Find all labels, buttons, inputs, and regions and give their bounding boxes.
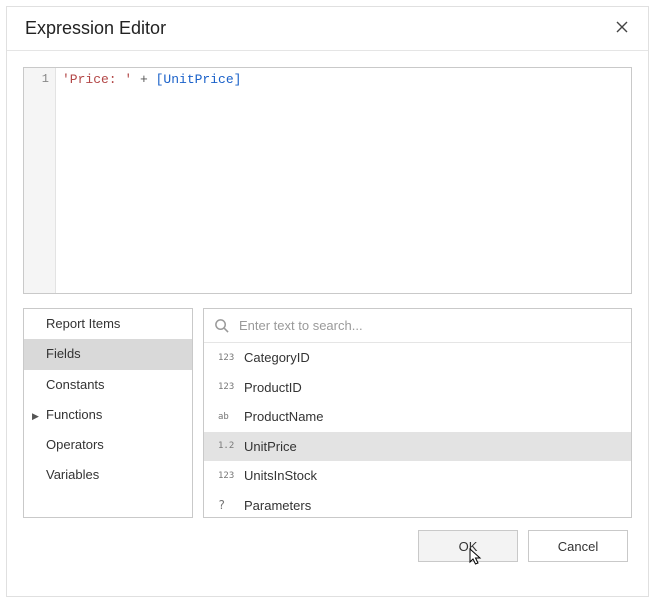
category-label: Functions bbox=[46, 407, 102, 422]
close-button[interactable] bbox=[612, 21, 632, 37]
field-category-id[interactable]: 123 CategoryID bbox=[204, 343, 631, 373]
field-label: ProductName bbox=[244, 408, 323, 426]
category-label: Constants bbox=[46, 377, 105, 392]
category-fields[interactable]: Fields bbox=[24, 339, 192, 369]
expression-code-editor[interactable]: 1 'Price: ' + [UnitPrice] bbox=[23, 67, 632, 294]
field-product-id[interactable]: 123 ProductID bbox=[204, 373, 631, 403]
category-list[interactable]: Report Items Fields Constants ▶ Function… bbox=[23, 308, 193, 518]
field-label: CategoryID bbox=[244, 349, 310, 367]
token-string: 'Price: ' bbox=[62, 72, 132, 87]
search-icon bbox=[214, 318, 229, 333]
field-parameters[interactable]: ? Parameters bbox=[204, 491, 631, 517]
token-field: [UnitPrice] bbox=[156, 72, 242, 87]
search-input[interactable] bbox=[237, 317, 621, 334]
field-label: UnitsInStock bbox=[244, 467, 317, 485]
search-row bbox=[204, 309, 631, 343]
close-icon bbox=[616, 21, 628, 33]
dialog-title: Expression Editor bbox=[25, 18, 166, 39]
type-integer-icon: 123 bbox=[218, 381, 238, 393]
category-label: Variables bbox=[46, 467, 99, 482]
ok-button[interactable]: OK bbox=[418, 530, 518, 562]
category-variables[interactable]: Variables bbox=[24, 460, 192, 490]
category-functions[interactable]: ▶ Functions bbox=[24, 400, 192, 430]
type-integer-icon: 123 bbox=[218, 352, 238, 364]
category-label: Operators bbox=[46, 437, 104, 452]
expression-editor-dialog: Expression Editor 1 'Price: ' + [UnitPri… bbox=[6, 6, 649, 597]
category-label: Fields bbox=[46, 346, 81, 361]
dialog-footer: OK Cancel bbox=[23, 518, 632, 566]
category-label: Report Items bbox=[46, 316, 120, 331]
field-list[interactable]: 123 CategoryID 123 ProductID ab ProductN… bbox=[204, 343, 631, 517]
editor-gutter: 1 bbox=[24, 68, 56, 293]
field-label: ProductID bbox=[244, 379, 302, 397]
type-string-icon: ab bbox=[218, 411, 238, 423]
token-operator: + bbox=[132, 72, 155, 87]
field-product-name[interactable]: ab ProductName bbox=[204, 402, 631, 432]
field-label: Parameters bbox=[244, 497, 311, 515]
line-number: 1 bbox=[24, 72, 49, 86]
dialog-header: Expression Editor bbox=[7, 7, 648, 51]
field-units-in-stock[interactable]: 123 UnitsInStock bbox=[204, 461, 631, 491]
category-operators[interactable]: Operators bbox=[24, 430, 192, 460]
field-label: UnitPrice bbox=[244, 438, 297, 456]
type-integer-icon: 123 bbox=[218, 470, 238, 482]
expand-caret-icon: ▶ bbox=[32, 411, 39, 422]
code-area[interactable]: 'Price: ' + [UnitPrice] bbox=[56, 68, 631, 293]
lower-panes: Report Items Fields Constants ▶ Function… bbox=[23, 308, 632, 518]
dialog-body: 1 'Price: ' + [UnitPrice] Report Items F… bbox=[7, 51, 648, 596]
category-constants[interactable]: Constants bbox=[24, 370, 192, 400]
type-decimal-icon: 1.2 bbox=[218, 440, 238, 452]
items-pane: 123 CategoryID 123 ProductID ab ProductN… bbox=[203, 308, 632, 518]
category-report-items[interactable]: Report Items bbox=[24, 309, 192, 339]
type-unknown-icon: ? bbox=[218, 497, 238, 513]
field-unit-price[interactable]: 1.2 UnitPrice bbox=[204, 432, 631, 462]
cancel-button[interactable]: Cancel bbox=[528, 530, 628, 562]
